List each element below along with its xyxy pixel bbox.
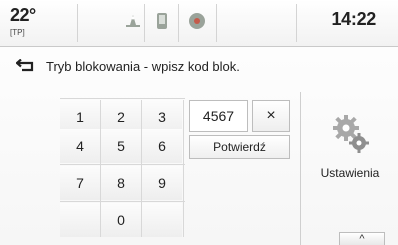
- keypad-key-empty: [60, 203, 100, 237]
- navigation-icon[interactable]: [187, 11, 207, 31]
- back-button[interactable]: [14, 56, 38, 76]
- chevron-up-icon: ^: [359, 233, 365, 245]
- collapse-button[interactable]: ^: [339, 232, 385, 245]
- divider: [183, 100, 184, 237]
- divider: [144, 4, 145, 42]
- traffic-program-indicator: [TP]: [10, 28, 25, 37]
- confirm-button[interactable]: Potwierdź: [189, 135, 290, 159]
- divider: [77, 4, 78, 42]
- phone-icon[interactable]: [152, 11, 172, 31]
- audio-icon[interactable]: [123, 11, 143, 31]
- divider: [178, 4, 179, 42]
- keypad-key-empty: [142, 203, 182, 237]
- divider: [100, 100, 101, 237]
- keypad-key-7[interactable]: 7: [60, 166, 100, 200]
- keypad-key-5[interactable]: 5: [101, 129, 141, 163]
- divider: [216, 4, 217, 42]
- status-bar: 22° [TP] 14:22: [0, 0, 398, 47]
- keypad-key-0[interactable]: 0: [101, 203, 141, 237]
- divider: [296, 4, 297, 42]
- lock-mode-screen: 22° [TP] 14:22 Tryb blokowania - wpisz k…: [0, 0, 398, 245]
- divider: [60, 98, 185, 99]
- back-arrow-icon: [16, 59, 34, 72]
- keypad-key-9[interactable]: 9: [142, 166, 182, 200]
- clear-button[interactable]: ×: [252, 100, 290, 132]
- gears-icon: [333, 115, 369, 153]
- keypad-key-6[interactable]: 6: [142, 129, 182, 163]
- divider: [60, 164, 185, 165]
- temperature: 22°: [10, 5, 36, 25]
- page-title: Tryb blokowania - wpisz kod blok.: [46, 59, 240, 74]
- clock: 14:22: [331, 9, 376, 29]
- code-input[interactable]: 4567: [189, 100, 248, 132]
- keypad-key-4[interactable]: 4: [60, 129, 100, 163]
- title-row: Tryb blokowania - wpisz kod blok.: [0, 48, 398, 84]
- settings-button[interactable]: Ustawienia: [306, 110, 394, 190]
- divider: [60, 201, 185, 202]
- keypad-key-8[interactable]: 8: [101, 166, 141, 200]
- settings-label: Ustawienia: [320, 166, 380, 180]
- divider: [300, 92, 301, 245]
- divider: [141, 100, 142, 237]
